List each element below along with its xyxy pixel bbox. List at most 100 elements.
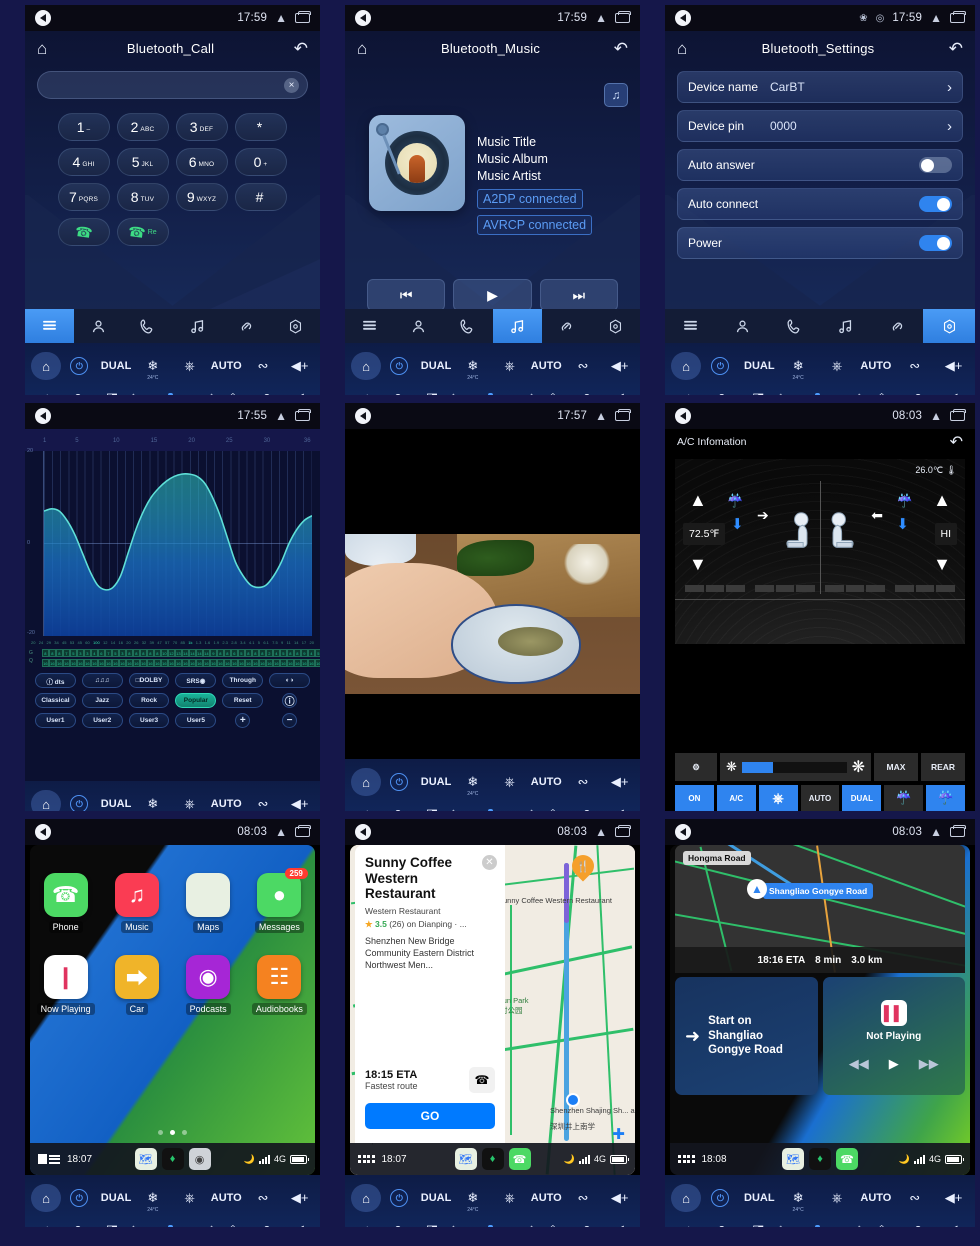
- hvac-dual-button[interactable]: DUAL: [98, 360, 135, 372]
- recents-icon[interactable]: [950, 10, 966, 23]
- eq-q-cell[interactable]: 16: [230, 659, 238, 667]
- setting-row-device-pin[interactable]: Device pin 0000 ›: [677, 110, 963, 142]
- recents-icon[interactable]: [615, 824, 631, 837]
- recents-icon[interactable]: [950, 824, 966, 837]
- hvac-volume-down[interactable]: ◀-: [604, 1222, 638, 1227]
- ac-button-dual[interactable]: DUAL: [842, 785, 882, 811]
- back-arrow-icon[interactable]: ↶: [614, 40, 628, 57]
- eq-button-sound-effect[interactable]: ♫♫♫: [81, 673, 123, 688]
- maps-screen[interactable]: 🍴 Sunny Coffee Western RestaurantXin'erc…: [350, 845, 635, 1175]
- app-grid-icon[interactable]: [358, 1155, 375, 1163]
- eq-q-cell[interactable]: 16: [216, 659, 224, 667]
- hvac-seat-left-icon[interactable]: ◨: [740, 390, 777, 395]
- status-back-icon[interactable]: [675, 824, 691, 840]
- eq-q-cell[interactable]: 16: [104, 659, 112, 667]
- hvac-ac-icon[interactable]: ❄24°C: [454, 774, 491, 797]
- hvac-power-button[interactable]: ⏻: [701, 357, 740, 375]
- left-defrost-icon[interactable]: ☔: [727, 493, 743, 509]
- hvac-power-button[interactable]: ⏻: [701, 1189, 740, 1207]
- setting-row-auto-answer[interactable]: Auto answer: [677, 149, 963, 181]
- previous-button[interactable]: ⏮: [367, 279, 446, 311]
- ac-button-rear-defrost[interactable]: ☔: [926, 785, 966, 811]
- eq-button-user5[interactable]: User5: [175, 713, 217, 728]
- hvac-recirculation-icon[interactable]: ⎈: [171, 796, 208, 811]
- eq-gain-cell[interactable]: 8: [153, 649, 161, 657]
- tab-calls[interactable]: [123, 309, 172, 343]
- eq-button-dolby[interactable]: □DOLBY: [128, 673, 170, 688]
- tab-settings[interactable]: [271, 309, 320, 343]
- hvac-auto-button[interactable]: AUTO: [528, 360, 565, 372]
- back-arrow-icon[interactable]: ↶: [949, 40, 963, 57]
- toggle-switch[interactable]: [919, 157, 952, 173]
- tab-pair[interactable]: [542, 309, 591, 343]
- hvac-fan-slider[interactable]: ❄❄: [777, 1224, 863, 1227]
- hvac-ac-icon[interactable]: ❄24°C: [134, 1190, 171, 1213]
- chevron-up-icon[interactable]: ▲: [930, 409, 942, 423]
- key-0[interactable]: 0 +: [234, 148, 287, 176]
- back-arrow-icon[interactable]: ↶: [294, 40, 308, 57]
- hvac-volume-up[interactable]: ◀+: [934, 1190, 973, 1206]
- eq-button-rock[interactable]: Rock: [128, 693, 170, 708]
- eq-button-user2[interactable]: User2: [81, 713, 123, 728]
- hvac-seat-heat-icon[interactable]: ∾: [565, 1190, 602, 1206]
- hvac-seat-heater-icon[interactable]: ⎒: [536, 806, 570, 811]
- hvac-back-icon[interactable]: ↩: [27, 390, 61, 395]
- tab-contacts[interactable]: [74, 309, 123, 343]
- app-grid-icon[interactable]: [678, 1155, 695, 1163]
- eq-q-cell[interactable]: 16: [244, 659, 252, 667]
- hvac-back-icon[interactable]: ↩: [347, 1222, 381, 1227]
- hvac-seat-heater-icon[interactable]: ⎒: [863, 390, 900, 395]
- key-2[interactable]: 2 ABC: [116, 113, 169, 141]
- page-dot[interactable]: [170, 1130, 175, 1135]
- right-airflow-down-icon[interactable]: ⬇: [896, 515, 909, 533]
- hvac-volume-up[interactable]: ◀+: [281, 1190, 318, 1206]
- key-#[interactable]: #: [234, 183, 287, 211]
- app-phone[interactable]: ☎ Phone: [43, 873, 88, 933]
- tab-dialpad[interactable]: [665, 309, 717, 343]
- home-icon[interactable]: ⌂: [677, 40, 687, 57]
- right-temp-down[interactable]: ▼: [933, 555, 951, 573]
- eq-gain-cell[interactable]: 14: [195, 649, 203, 657]
- hvac-back-icon[interactable]: ↩: [667, 390, 704, 395]
- eq-gain-cell[interactable]: 5: [237, 649, 245, 657]
- hvac-home-icon[interactable]: ⌂: [31, 352, 61, 380]
- hvac-ac-icon[interactable]: ❄ 24°C: [134, 358, 171, 381]
- rewind-icon[interactable]: ◀◀: [849, 1056, 869, 1072]
- key-1[interactable]: 1–: [57, 113, 110, 141]
- page-dot[interactable]: [182, 1130, 187, 1135]
- eq-button-dts[interactable]: ⓘ dts: [35, 673, 76, 688]
- eq-gain-cell[interactable]: 2: [265, 649, 273, 657]
- chevron-up-icon[interactable]: ▲: [595, 11, 607, 25]
- right-temp-up[interactable]: ▲: [933, 491, 951, 509]
- hvac-volume-up[interactable]: ◀+: [934, 358, 973, 374]
- eq-q-cell[interactable]: 16: [139, 659, 147, 667]
- hvac-seat-left-icon[interactable]: ◨: [95, 1222, 129, 1227]
- eq-gain-cell[interactable]: 8: [286, 649, 294, 657]
- eq-q-cell[interactable]: 16: [258, 659, 266, 667]
- key-4[interactable]: 4 GHI: [57, 148, 110, 176]
- left-temp-down[interactable]: ▼: [689, 555, 707, 573]
- page-dot[interactable]: [158, 1130, 163, 1135]
- eq-button-srs[interactable]: SRS◉: [175, 673, 217, 688]
- eq-gain-cell[interactable]: 5: [314, 649, 320, 657]
- tab-pair[interactable]: [222, 309, 271, 343]
- hvac-dual-button[interactable]: DUAL: [98, 798, 135, 810]
- hvac-power-button[interactable]: ⏻: [61, 357, 98, 375]
- hvac-recirculation-icon[interactable]: ⎈: [818, 358, 857, 374]
- hvac-seat-left-icon[interactable]: ◨: [95, 390, 129, 395]
- hvac-fan-slider[interactable]: ❄❄: [777, 392, 863, 395]
- hvac-auto-button[interactable]: AUTO: [208, 798, 245, 810]
- hvac-home-icon[interactable]: ⌂: [351, 768, 381, 796]
- hvac-recirculation-icon[interactable]: ⎈: [171, 1190, 208, 1206]
- hvac-recirculation-icon[interactable]: ⎈: [171, 358, 208, 374]
- hvac-home-icon[interactable]: ⌂: [31, 790, 61, 811]
- eq-gain-cell[interactable]: 8: [251, 649, 259, 657]
- ac-button-ac[interactable]: A/C: [716, 785, 756, 811]
- hvac-ac-icon[interactable]: ❄24°C: [779, 358, 818, 381]
- call-button[interactable]: ☎: [57, 218, 110, 246]
- hvac-seat-heat-icon[interactable]: ∾: [895, 1190, 934, 1206]
- status-back-icon[interactable]: [35, 10, 51, 26]
- eq-q-cell[interactable]: 16: [265, 659, 273, 667]
- eq-q-cell[interactable]: 16: [195, 659, 203, 667]
- hvac-volume-down[interactable]: ◀-: [284, 1222, 318, 1227]
